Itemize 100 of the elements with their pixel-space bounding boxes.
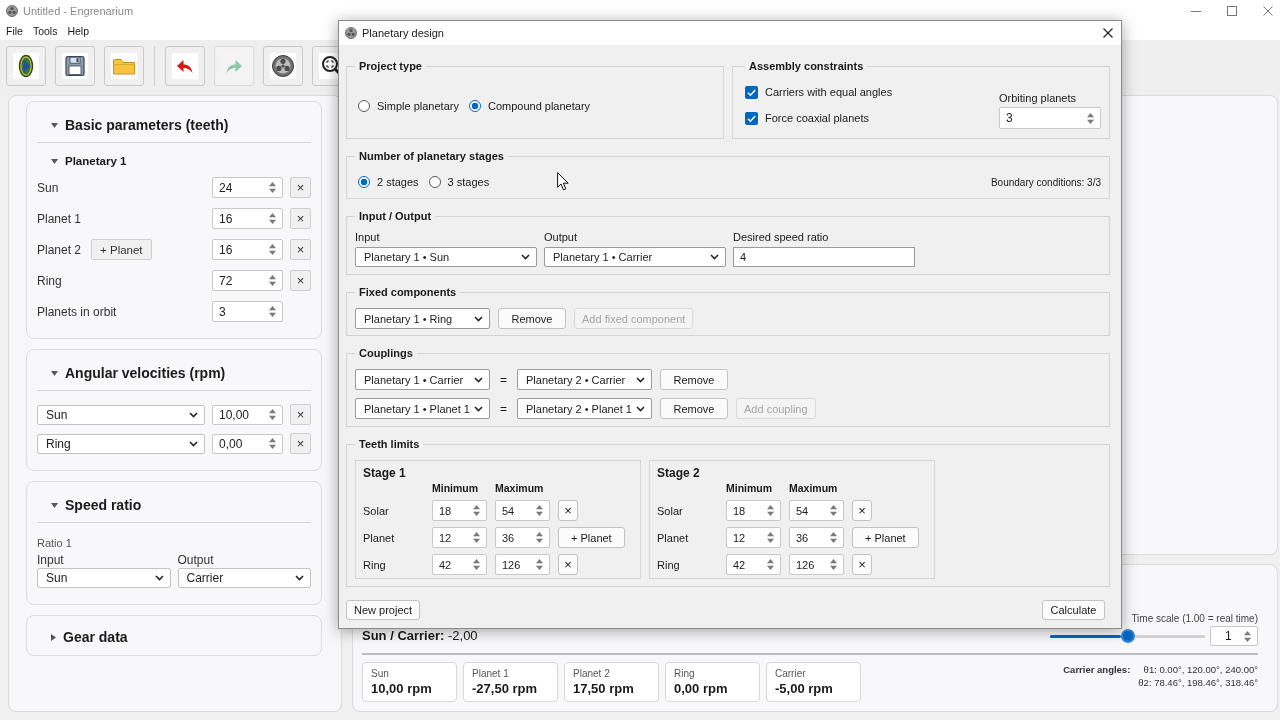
checkbox-icon[interactable] [745, 85, 758, 99]
dropdown[interactable]: Planetary 2 • Carrier [517, 369, 652, 390]
spin-box[interactable]: 3 [999, 107, 1101, 129]
section-header[interactable]: Basic parameters (teeth) [37, 115, 229, 135]
remove-button[interactable]: × [290, 208, 311, 229]
radio-icon[interactable] [428, 176, 441, 188]
checkbox-icon[interactable] [745, 111, 758, 125]
remove-button[interactable]: Remove [498, 308, 566, 329]
spin-arrows-icon[interactable] [536, 559, 543, 570]
spin-box[interactable]: 126 [789, 554, 844, 575]
dropdown[interactable]: Planetary 1 • Ring [355, 308, 490, 329]
spin-arrows-icon[interactable] [1244, 630, 1251, 642]
toolbar-button[interactable] [263, 46, 303, 86]
dropdown[interactable]: Planetary 1 • Carrier [355, 369, 490, 390]
radio-icon[interactable] [468, 100, 481, 112]
subgroup-header[interactable]: Planetary 1 [37, 154, 127, 168]
spin-box[interactable]: 54 [789, 500, 844, 521]
spin-box[interactable]: 10,00 [212, 404, 283, 425]
spin-box[interactable]: 36 [495, 527, 550, 548]
dropdown[interactable]: Sun [37, 404, 205, 425]
spin-arrows-icon[interactable] [269, 409, 276, 420]
input-field[interactable]: 4 [733, 247, 915, 267]
spin-box[interactable]: 36 [789, 527, 844, 548]
spin-box[interactable]: 18 [432, 500, 487, 521]
spin-arrows-icon[interactable] [536, 532, 543, 543]
spin-arrows-icon[interactable] [830, 532, 837, 543]
new-project-button[interactable]: New project [346, 600, 421, 620]
dropdown[interactable]: Planetary 1 • Carrier [544, 247, 726, 267]
add-planet-button[interactable]: + Planet [91, 239, 152, 260]
spin-arrows-icon[interactable] [473, 532, 480, 543]
dropdown[interactable]: Planetary 1 • Planet 1 [355, 398, 490, 419]
spin-box[interactable]: 12 [432, 527, 487, 548]
spin-arrows-icon[interactable] [536, 505, 543, 516]
spin-box[interactable]: 12 [726, 527, 781, 548]
radio-option[interactable]: Compound planetary [468, 98, 591, 114]
close-icon [1103, 28, 1113, 38]
spin-arrows-icon[interactable] [269, 244, 276, 255]
spin-box[interactable]: 42 [432, 554, 487, 575]
toolbar-button[interactable] [6, 46, 46, 86]
add-planet-button[interactable]: + Planet [852, 527, 919, 548]
spin-arrows-icon[interactable] [269, 438, 276, 449]
dropdown[interactable]: Carrier [177, 568, 311, 588]
calculate-button[interactable]: Calculate [1042, 600, 1105, 620]
radio-icon[interactable] [358, 100, 370, 112]
remove-button[interactable]: × [558, 500, 578, 521]
remove-button[interactable]: × [558, 554, 578, 575]
spin-box[interactable]: 1 [1210, 626, 1258, 646]
dropdown[interactable]: Ring [37, 433, 205, 454]
remove-button[interactable]: × [290, 433, 311, 454]
remove-button[interactable]: × [290, 177, 311, 198]
spin-arrows-icon[interactable] [830, 505, 837, 516]
spin-arrows-icon[interactable] [767, 532, 774, 543]
spin-box[interactable]: 18 [726, 500, 781, 521]
toolbar-button[interactable] [55, 46, 95, 86]
radio-option[interactable]: Simple planetary [358, 98, 459, 114]
slider-thumb[interactable] [1120, 629, 1135, 643]
remove-button[interactable]: × [290, 404, 311, 425]
spin-box[interactable]: 16 [212, 239, 283, 260]
radio-icon[interactable] [358, 176, 370, 188]
menu-item[interactable]: File [1, 25, 28, 37]
radio-option[interactable]: 3 stages [428, 174, 490, 190]
spin-box[interactable]: 16 [212, 208, 283, 229]
carrier-angles-label: Carrier angles: [1063, 663, 1131, 676]
remove-button[interactable]: Remove [660, 369, 728, 390]
spin-box[interactable]: 72 [212, 270, 283, 291]
remove-button[interactable]: × [290, 270, 311, 291]
remove-button[interactable]: × [852, 500, 872, 521]
spin-arrows-icon[interactable] [473, 559, 480, 570]
remove-button[interactable]: × [290, 239, 311, 260]
dropdown[interactable]: Planetary 1 • Sun [355, 247, 537, 267]
spin-arrows-icon[interactable] [767, 505, 774, 516]
remove-button[interactable]: Remove [660, 398, 728, 419]
spin-arrows-icon[interactable] [269, 275, 276, 286]
checkbox-option[interactable]: Force coaxial planets [745, 110, 893, 126]
chevron-down-icon [295, 575, 304, 581]
add-planet-button[interactable]: + Planet [558, 527, 625, 548]
spin-arrows-icon[interactable] [269, 182, 276, 193]
spin-box[interactable]: 54 [495, 500, 550, 521]
section-header[interactable]: Speed ratio [37, 495, 142, 515]
spin-arrows-icon[interactable] [767, 559, 774, 570]
column-header: Maximum [495, 482, 545, 494]
remove-button[interactable]: × [852, 554, 872, 575]
spin-arrows-icon[interactable] [1087, 112, 1094, 124]
spin-arrows-icon[interactable] [830, 559, 837, 570]
spin-box[interactable]: 24 [212, 177, 283, 198]
row-label: Ring [657, 558, 681, 571]
menu-item[interactable]: Tools [27, 25, 63, 37]
dropdown[interactable]: Planetary 2 • Planet 1 [517, 398, 652, 419]
spin-box[interactable]: 0,00 [212, 433, 283, 454]
spin-box[interactable]: 42 [726, 554, 781, 575]
checkbox-option[interactable]: Carriers with equal angles [745, 84, 893, 100]
spin-arrows-icon[interactable] [269, 306, 276, 317]
menu-item[interactable]: Help [62, 25, 95, 37]
spin-arrows-icon[interactable] [473, 505, 480, 516]
radio-option[interactable]: 2 stages [358, 174, 419, 190]
spin-box[interactable]: 3 [212, 301, 283, 322]
dropdown[interactable]: Sun [37, 568, 171, 588]
section-header[interactable]: Angular velocities (rpm) [37, 363, 226, 383]
spin-arrows-icon[interactable] [269, 213, 276, 224]
spin-box[interactable]: 126 [495, 554, 550, 575]
